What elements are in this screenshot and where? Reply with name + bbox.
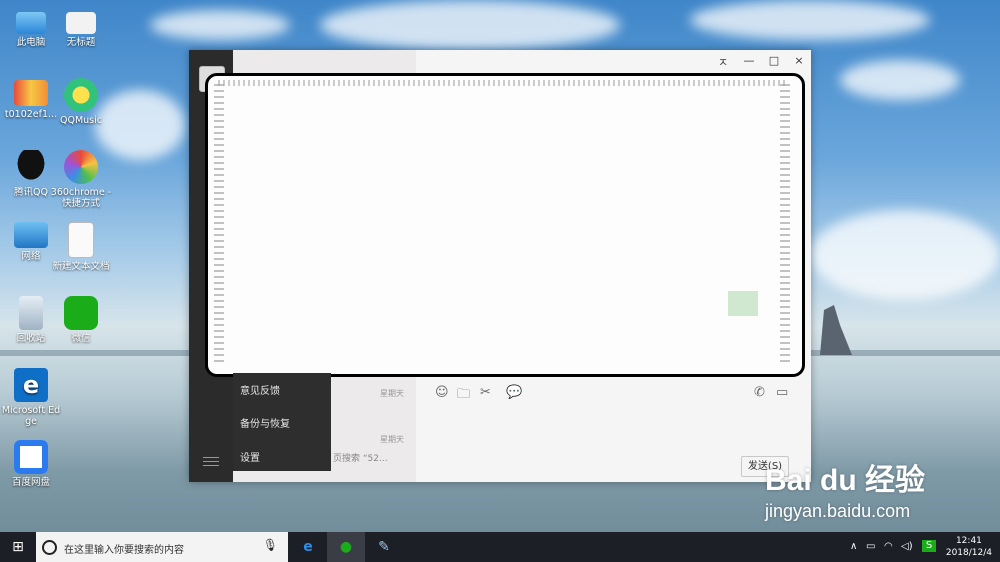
desktop-icon-label: 无标题 — [66, 37, 96, 48]
recycle-bin-icon — [19, 296, 43, 330]
computer-icon — [16, 12, 46, 34]
desktop-icon-label: 360chrome - 快捷方式 — [50, 187, 112, 209]
cloud — [690, 0, 930, 40]
chat-time: 星期天 — [380, 435, 404, 444]
rock-formation — [820, 305, 852, 355]
menu-item-settings[interactable]: 设置 — [240, 449, 260, 464]
menu-icon[interactable] — [203, 454, 219, 469]
minimize-button[interactable]: — — [738, 54, 760, 67]
scissors-icon[interactable]: ✂ — [480, 385, 491, 400]
redacted-content — [214, 84, 224, 362]
text-document-icon — [68, 222, 94, 258]
watermark-logo: Bai du 经验 — [765, 464, 926, 497]
redacted-content — [218, 80, 788, 86]
search-box[interactable]: 在这里输入你要搜索的内容 🎙 — [36, 532, 288, 562]
cloud-icon — [14, 440, 48, 474]
settings-menu: 意见反馈 备份与恢复 设置 — [233, 373, 331, 471]
cloud — [150, 10, 290, 40]
taskbar-edge[interactable]: e — [289, 532, 327, 562]
desktop-icon-label: 百度网盘 — [11, 477, 50, 488]
cloud — [810, 210, 1000, 300]
image-thumbnail-icon — [14, 80, 48, 106]
menu-item-backup[interactable]: 备份与恢复 — [240, 415, 290, 430]
desktop-icon-edge[interactable]: e Microsoft Edge — [0, 368, 62, 427]
network-icon — [14, 222, 48, 248]
chat-time: 星期天 — [380, 389, 404, 398]
desktop-icon-baidu-netdisk[interactable]: 百度网盘 — [0, 440, 62, 488]
emoji-icon[interactable]: ☺ — [435, 385, 449, 400]
desktop-icon-label: Microsoft Edge — [1, 405, 61, 427]
desktop-icon-label: 新建文本文档 — [52, 261, 110, 272]
cortana-icon — [42, 540, 57, 555]
cloud — [320, 0, 620, 50]
chevron-up-icon[interactable]: ∧ — [850, 541, 857, 552]
input-method-icon[interactable]: S — [922, 540, 936, 552]
desktop-icon-wechat[interactable]: 微信 — [50, 296, 112, 344]
desktop-icon-label: QQMusic — [60, 115, 102, 126]
cloud — [840, 60, 960, 100]
desktop-icon-360chrome[interactable]: 360chrome - 快捷方式 — [50, 150, 112, 209]
taskbar: ⊞ 在这里输入你要搜索的内容 🎙 e ● ✎ ∧ ▭ ◠ ◁) S 12:41 … — [0, 532, 1000, 562]
desktop-icon-qqmusic[interactable]: QQMusic — [50, 78, 112, 126]
volume-icon[interactable]: ◁) — [901, 541, 913, 552]
search-placeholder: 在这里输入你要搜索的内容 — [64, 545, 184, 556]
redacted-region — [205, 73, 805, 377]
redacted-content — [780, 84, 790, 362]
penguin-icon — [14, 150, 48, 184]
maximize-button[interactable]: □ — [763, 54, 785, 67]
edge-icon: e — [14, 368, 48, 402]
taskbar-paint[interactable]: ✎ — [365, 532, 403, 562]
microphone-icon[interactable]: 🎙 — [263, 538, 278, 552]
clock-time: 12:41 — [955, 536, 982, 546]
desktop-icon-untitled[interactable]: 无标题 — [50, 8, 112, 48]
close-button[interactable]: × — [788, 54, 810, 67]
start-button[interactable]: ⊞ — [0, 532, 36, 562]
chat-snippet: 页搜索 “52... — [333, 454, 388, 464]
phone-icon[interactable]: ✆ — [754, 385, 765, 400]
video-icon[interactable]: ▭ — [776, 385, 788, 400]
document-icon — [66, 12, 96, 34]
redacted-content — [728, 291, 758, 316]
pin-button[interactable]: ㅈ — [712, 54, 734, 70]
clock-date: 2018/12/4 — [945, 548, 992, 558]
menu-item-feedback[interactable]: 意见反馈 — [240, 382, 280, 397]
folder-icon[interactable]: 🗀 — [457, 385, 470, 407]
battery-icon[interactable]: ▭ — [866, 541, 875, 552]
system-clock[interactable]: 12:41 2018/12/4 — [946, 535, 992, 559]
wifi-icon[interactable]: ◠ — [884, 541, 893, 552]
360chrome-icon — [64, 150, 98, 184]
chat-bubble-icon[interactable]: 💬 — [506, 385, 522, 400]
desktop-icon-new-text-doc[interactable]: 新建文本文档 — [50, 222, 112, 272]
taskbar-wechat[interactable]: ● — [327, 532, 365, 562]
desktop-icon-label: 微信 — [71, 333, 91, 344]
baidu-jingyan-watermark: Bai du 经验 jingyan.baidu.com — [765, 455, 925, 522]
watermark-url: jingyan.baidu.com — [765, 501, 911, 521]
wechat-icon — [64, 296, 98, 330]
qqmusic-icon — [64, 78, 98, 112]
